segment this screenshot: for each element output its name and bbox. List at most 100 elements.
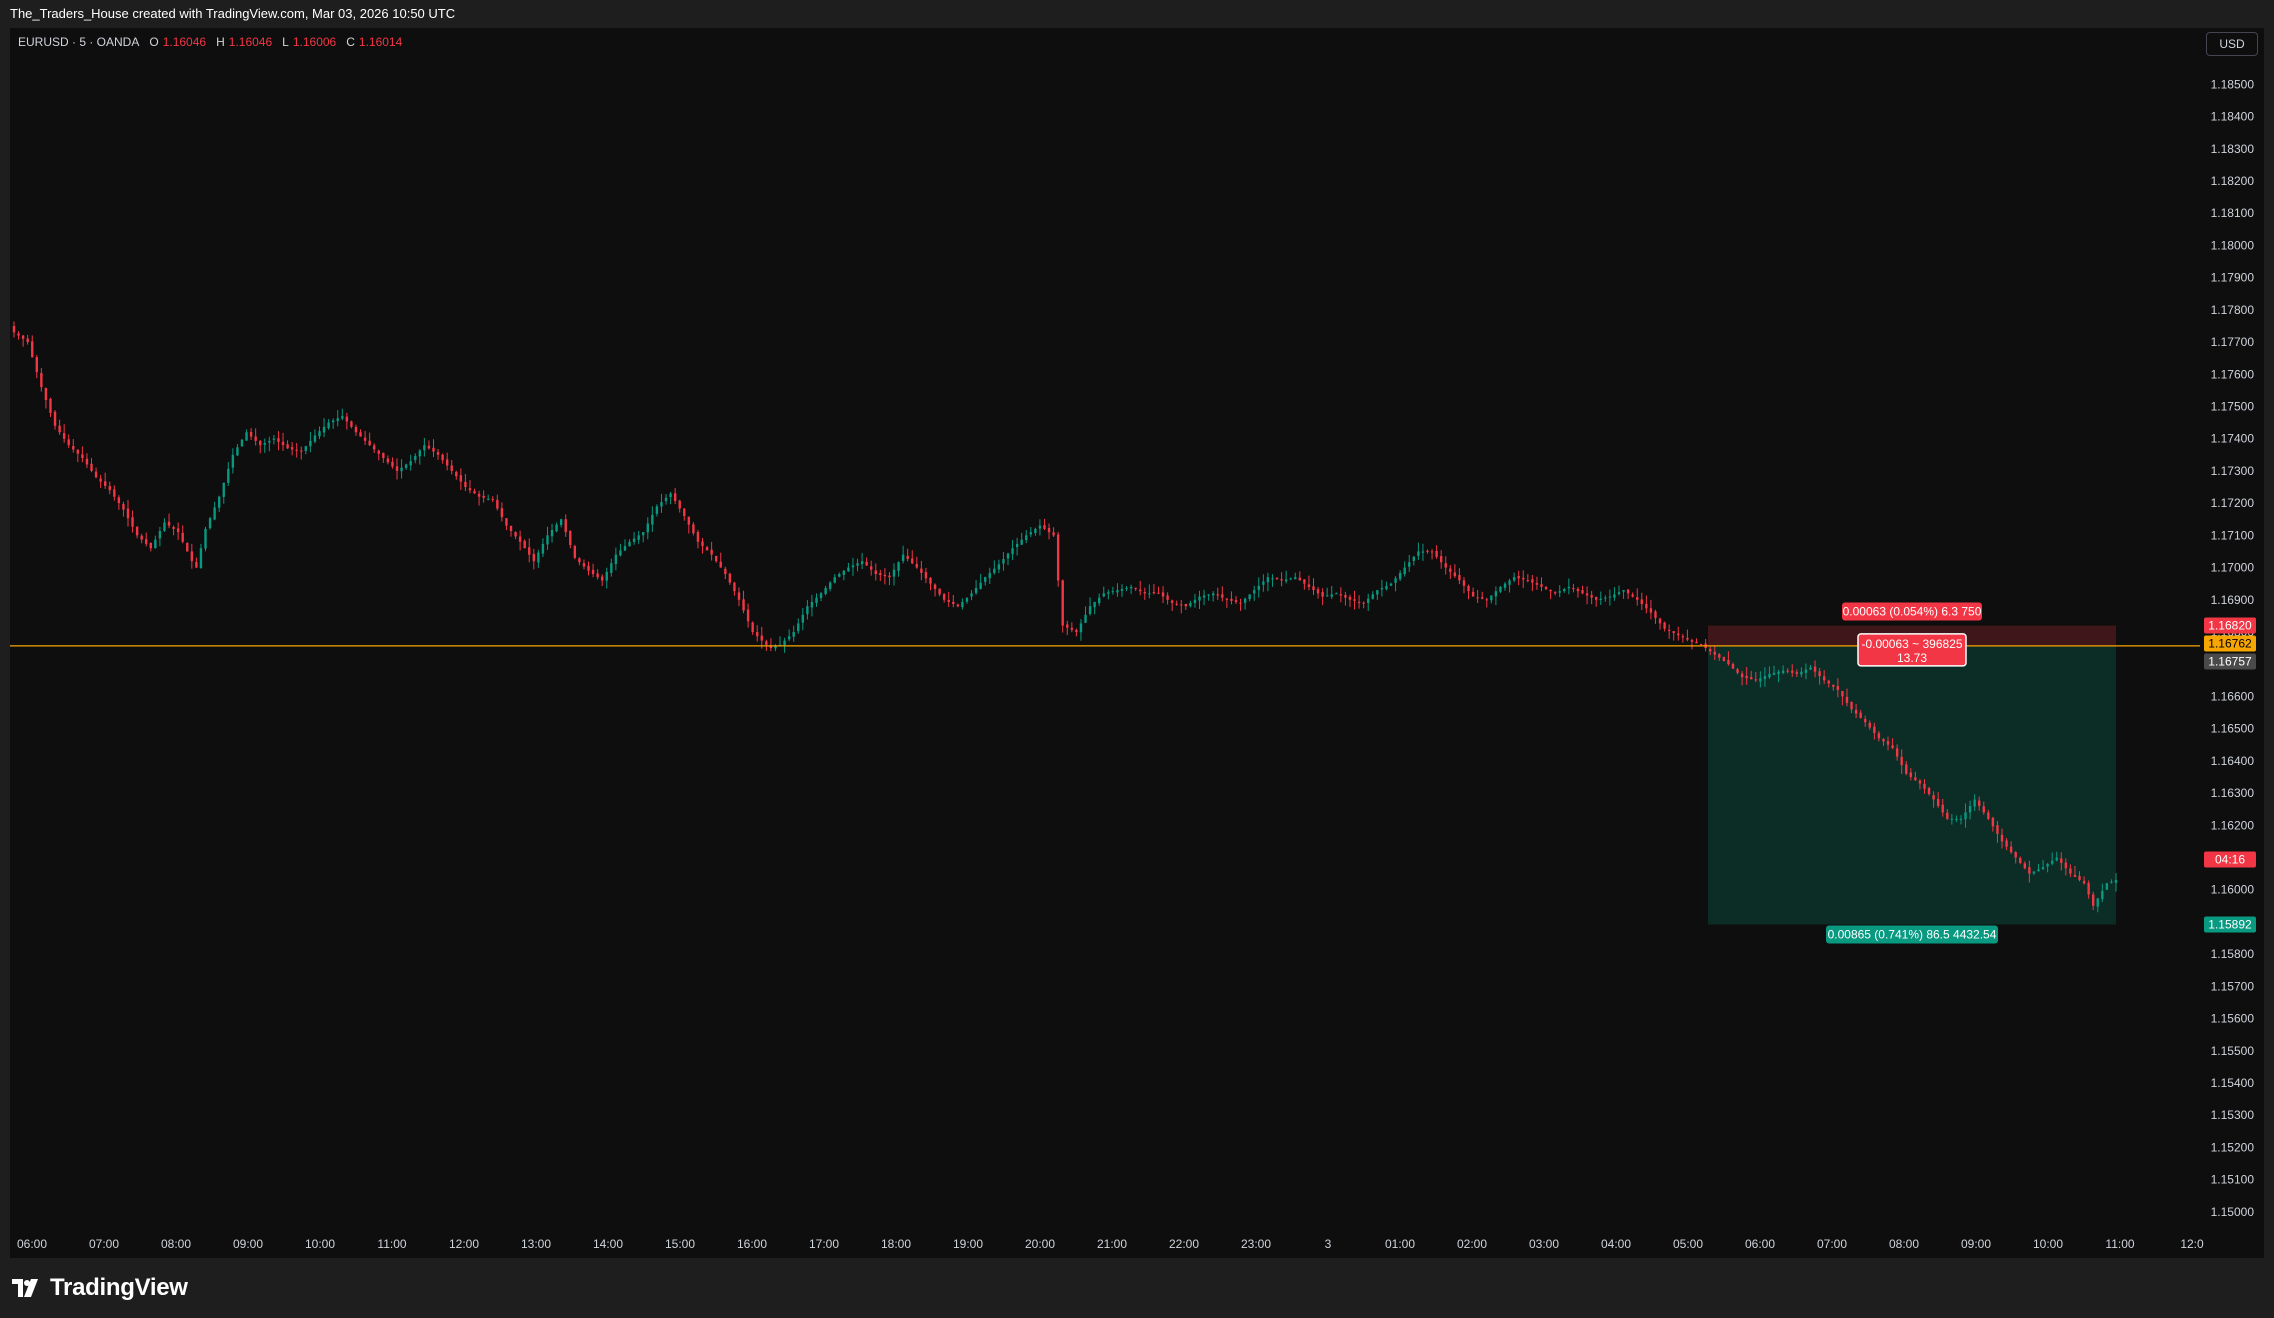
time-tick-label: 18:00 (881, 1237, 911, 1251)
candle-body (705, 547, 709, 551)
price-tick-label: 1.17600 (2211, 367, 2255, 381)
candle-body (965, 597, 969, 602)
candle-body (1325, 595, 1329, 597)
candle (58, 419, 61, 435)
candle-body (1389, 583, 1393, 586)
time-tick-label: 06:00 (1745, 1237, 1775, 1251)
candle (865, 557, 868, 567)
candle-body (1754, 679, 1757, 681)
candle-body (2105, 883, 2109, 890)
stop-label-text: 0.00063 (0.054%) 6.3 750 (1843, 605, 1982, 619)
tradingview-logo[interactable]: TradingView (12, 1273, 188, 1303)
time-tick-label: 23:00 (1241, 1237, 1271, 1251)
candle-body (1408, 562, 1411, 567)
candle-body (1626, 589, 1630, 594)
candle (1499, 585, 1502, 594)
price-tick-label: 1.17000 (2211, 561, 2255, 575)
price-tick-label: 1.17900 (2211, 271, 2255, 285)
candle-body (1772, 672, 1776, 675)
candle (1079, 619, 1083, 641)
candle (733, 581, 736, 596)
candle-body (1462, 580, 1466, 586)
candle-body (2028, 867, 2031, 874)
candle-body (1672, 631, 1675, 634)
candle-body (1143, 592, 1146, 594)
candle (1517, 570, 1520, 586)
price-tick-label: 1.15500 (2211, 1044, 2255, 1058)
candle-body (336, 418, 339, 421)
candle-body (1280, 579, 1283, 581)
candle-body (628, 541, 631, 547)
candle-body (368, 440, 371, 446)
price-tick-label: 1.15200 (2211, 1140, 2255, 1154)
candle-body (660, 502, 663, 507)
time-tick-label: 01:00 (1385, 1237, 1415, 1251)
candle-body (2064, 862, 2068, 869)
candle-body (537, 552, 540, 563)
candle-body (1781, 670, 1785, 674)
price-tick-label: 1.18000 (2211, 238, 2255, 252)
candle-body (1253, 590, 1256, 594)
candle-body (1239, 602, 1242, 604)
candle-body (870, 566, 873, 570)
candle (532, 548, 536, 570)
candle-body (1494, 591, 1498, 597)
candle-body (1243, 598, 1247, 603)
candle (1681, 633, 1685, 643)
candle (824, 585, 827, 596)
candle (1626, 589, 1630, 600)
candle (961, 598, 964, 610)
candle-body (623, 546, 627, 551)
candle (514, 531, 517, 540)
candle-body (1170, 600, 1174, 604)
candle-body (979, 582, 982, 589)
candle-body (1932, 795, 1935, 800)
candle-body (883, 574, 887, 577)
candle-body (222, 482, 225, 497)
candle (1394, 576, 1397, 592)
candle (1056, 531, 1060, 587)
candle (792, 625, 795, 642)
candle-body (746, 609, 750, 622)
candle-body (213, 507, 216, 520)
candle (1531, 574, 1534, 592)
candle-body (313, 435, 317, 442)
candle-body (122, 504, 125, 510)
candle-body (1339, 594, 1343, 596)
candle (587, 561, 590, 576)
candle-body (1449, 568, 1452, 572)
candle (304, 445, 308, 455)
candle (163, 518, 166, 532)
candle-body (1344, 594, 1347, 598)
time-tick-label: 10:00 (305, 1237, 335, 1251)
candle-body (217, 496, 221, 508)
candle-body (1453, 572, 1457, 577)
candle (354, 424, 358, 436)
candle-body (1905, 764, 1908, 774)
candle-body (1316, 589, 1320, 594)
candle (1426, 549, 1429, 554)
candle-body (1002, 558, 1005, 564)
currency-button[interactable]: USD (2206, 32, 2258, 56)
candle (801, 608, 805, 631)
candlestick-chart[interactable]: 1.186001.185001.184001.183001.182001.181… (0, 0, 2274, 1318)
candle (842, 569, 846, 581)
candle-body (819, 593, 823, 598)
price-badge: 1.16820 (2204, 617, 2256, 634)
candle (1221, 586, 1224, 602)
candle-body (94, 471, 98, 478)
candle-body (44, 387, 48, 401)
candle-body (2005, 840, 2008, 847)
candle (505, 518, 508, 531)
candle-body (418, 450, 422, 457)
candle (1353, 590, 1356, 610)
candle-body (1987, 812, 1990, 819)
price-tick-label: 1.16600 (2211, 689, 2255, 703)
candle-body (2019, 857, 2022, 863)
candle-body (117, 497, 121, 504)
candle (870, 560, 873, 576)
candle-body (1636, 597, 1639, 600)
candle (254, 428, 257, 446)
candle-body (1216, 594, 1219, 596)
candle (341, 408, 344, 421)
